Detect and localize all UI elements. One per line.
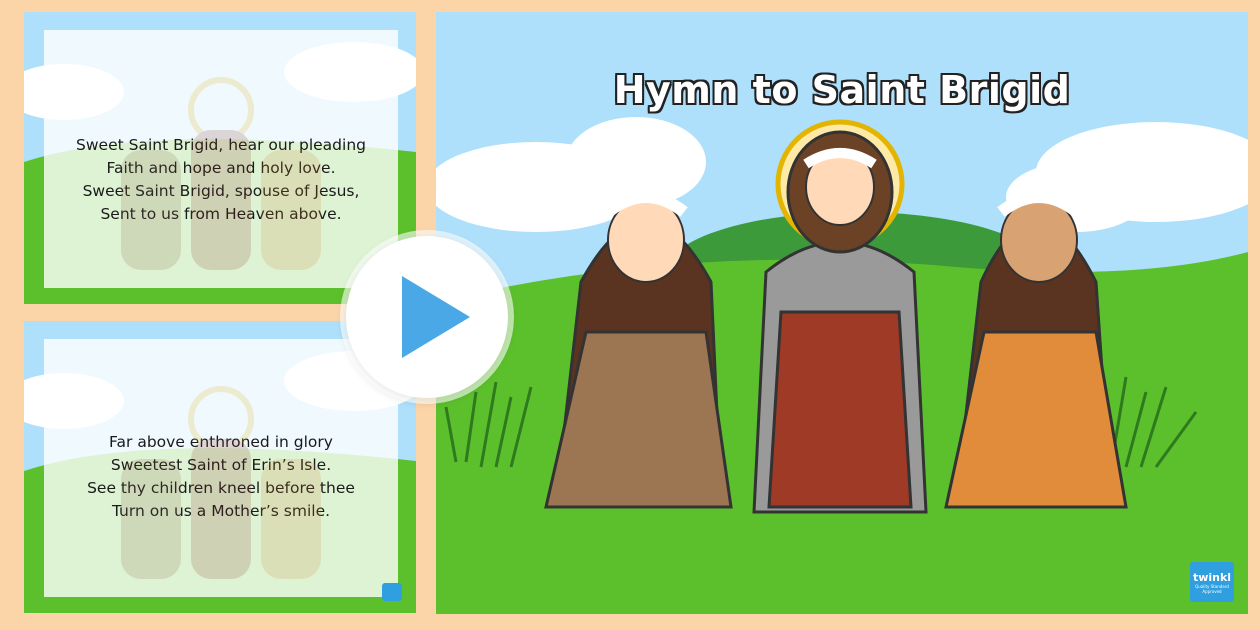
play-button[interactable] [346,236,508,398]
slide-title: Hymn to Saint Brigid [613,68,1071,112]
lyric-card: Sweet Saint Brigid, hear our pleading Fa… [44,30,398,288]
lyric-card: Far above enthroned in glory Sweetest Sa… [44,339,398,597]
twinkl-logo-icon [382,583,402,601]
faded-saints-illustration [121,77,321,270]
main-slide[interactable]: Hymn to Saint Brigid twinkl Quality Stan… [436,12,1248,614]
logo-text: twinkl [1192,570,1232,584]
faded-saints-illustration [121,386,321,579]
play-triangle-icon [402,276,470,358]
logo-caption: Quality Standard Approved [1195,583,1229,594]
twinkl-logo-icon: twinkl Quality Standard Approved [1190,562,1234,602]
